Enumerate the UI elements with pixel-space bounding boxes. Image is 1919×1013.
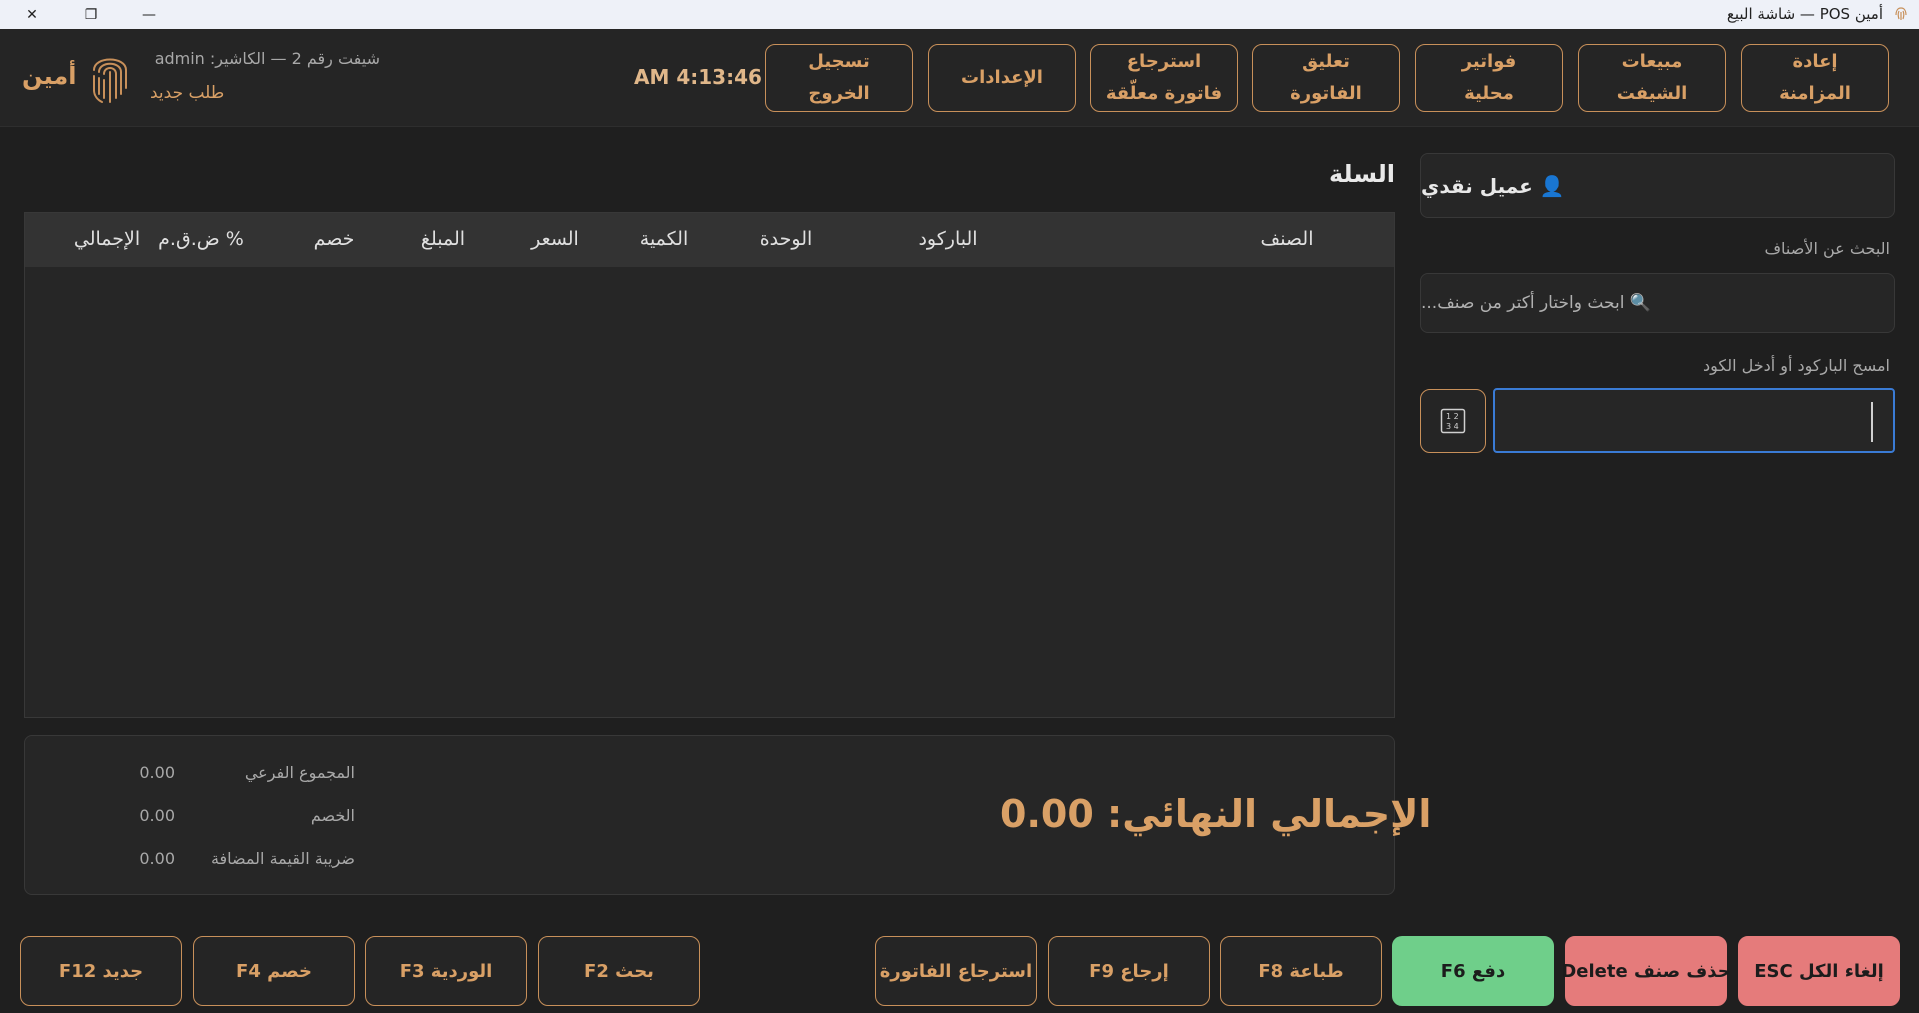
- vat-label: ضريبة القيمة المضافة: [210, 849, 355, 868]
- col-vat: ض.ق.م %: [158, 228, 244, 250]
- col-barcode: الباركود: [918, 228, 978, 250]
- subtotal-value: 0.00: [139, 763, 175, 782]
- col-discount: خصم: [313, 228, 355, 250]
- print-button[interactable]: F8 طباعة: [1220, 936, 1382, 1006]
- col-unit: الوحدة: [759, 228, 813, 250]
- window-titlebar: ✕ ❐ — أمين POS — شاشة البيع: [0, 0, 1919, 29]
- cart-table: الصنف الباركود الوحدة الكمية السعر المبل…: [24, 212, 1395, 718]
- shift-sales-button[interactable]: مبيعات الشيفت: [1578, 44, 1726, 112]
- subtotal-label: المجموع الفرعي: [244, 763, 355, 782]
- new-order-label: طلب جديد: [150, 83, 225, 103]
- cancel-all-button[interactable]: ESC إلغاء الكل: [1738, 936, 1900, 1006]
- logout-button[interactable]: تسجيل الخروج: [765, 44, 913, 112]
- minimize-icon: —: [142, 6, 156, 23]
- discount-label: الخصم: [310, 806, 355, 825]
- product-search-input[interactable]: 🔍 ابحث واختار أكتر من صنف...: [1420, 273, 1895, 333]
- restore-window-button[interactable]: ❐: [68, 0, 114, 29]
- discount-button[interactable]: F4 خصم: [193, 936, 355, 1006]
- new-button[interactable]: F12 جديد: [20, 936, 182, 1006]
- resync-button[interactable]: إعادة المزامنة: [1741, 44, 1889, 112]
- close-window-button[interactable]: ✕: [9, 0, 55, 29]
- close-icon: ✕: [26, 6, 38, 23]
- fingerprint-logo-icon: [93, 58, 127, 103]
- svg-text:1 2: 1 2: [1446, 412, 1459, 421]
- hold-invoice-button[interactable]: تعليق الفاتورة: [1252, 44, 1400, 112]
- discount-value: 0.00: [139, 806, 175, 825]
- search-label: البحث عن الأصناف: [1764, 239, 1890, 258]
- brand-name: أمين: [22, 62, 77, 90]
- pay-button[interactable]: F6 دفع: [1392, 936, 1554, 1006]
- top-header: إعادة المزامنة مبيعات الشيفت فواتير محلي…: [0, 29, 1919, 127]
- customer-selector[interactable]: 👤 عميل نقدي: [1420, 153, 1895, 218]
- recall-held-invoice-button[interactable]: استرجاع فاتورة معلّقة: [1090, 44, 1238, 112]
- window-title: أمين POS — شاشة البيع: [1726, 5, 1883, 23]
- minimize-window-button[interactable]: —: [126, 0, 172, 29]
- barcode-label: امسح الباركود أو أدخل الكود: [1702, 356, 1890, 375]
- search-button[interactable]: F2 بحث: [538, 936, 700, 1006]
- shift-info: شيفت رقم 2 — الكاشير: admin: [154, 49, 380, 68]
- grand-total: الإجمالي النهائي: 0.00: [1000, 792, 1432, 836]
- col-quantity: الكمية: [639, 228, 689, 250]
- svg-text:3 4: 3 4: [1446, 422, 1459, 431]
- totals-panel: الإجمالي النهائي: 0.00 المجموع الفرعي 0.…: [24, 735, 1431, 895]
- app-logo-icon: [1895, 7, 1907, 20]
- cart-header-row: الصنف الباركود الوحدة الكمية السعر المبل…: [25, 213, 1394, 267]
- col-amount: المبلغ: [420, 228, 466, 250]
- shift-button[interactable]: F3 الوردية: [365, 936, 527, 1006]
- cart-title: السلة: [1328, 160, 1395, 188]
- text-caret: [1871, 402, 1873, 442]
- settings-button[interactable]: الإعدادات: [928, 44, 1076, 112]
- col-item: الصنف: [1260, 228, 1314, 250]
- restore-icon: ❐: [84, 6, 98, 23]
- numpad-button[interactable]: 1 2 3 4: [1420, 389, 1486, 453]
- vat-value: 0.00: [139, 849, 175, 868]
- numpad-icon: 1 2 3 4: [1440, 408, 1466, 434]
- delete-item-button[interactable]: Delete حذف صنف: [1561, 936, 1731, 1006]
- local-invoices-button[interactable]: فواتير محلية: [1415, 44, 1563, 112]
- col-total: الإجمالي: [73, 228, 141, 250]
- barcode-input[interactable]: [1493, 388, 1895, 453]
- clock: AM 4:13:46: [634, 65, 762, 89]
- col-price: السعر: [531, 228, 579, 250]
- return-button[interactable]: F9 إرجاع: [1048, 936, 1210, 1006]
- recall-invoice-button[interactable]: استرجاع الفاتورة: [875, 936, 1037, 1006]
